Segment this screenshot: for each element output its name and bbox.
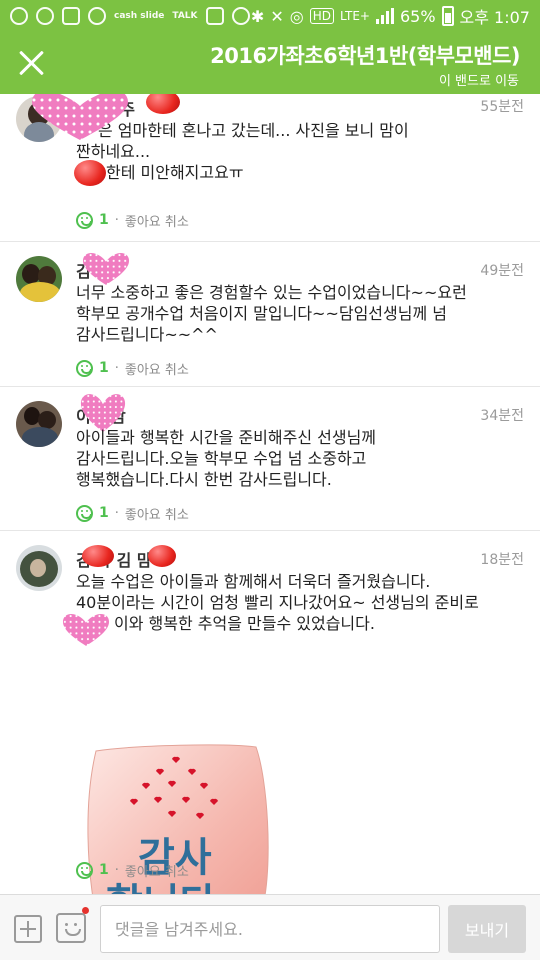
smile-icon[interactable]	[76, 504, 93, 522]
sync-icon	[88, 7, 106, 25]
notification-dot	[82, 907, 89, 914]
comment-list[interactable]: 맘 주 55분전 은 엄마한테 혼나고 갔는데... 사진을 보니 맘이 짠하네…	[0, 94, 540, 894]
comment-item: 김 맘 49분전 너무 소중하고 좋은 경험할수 있는 수업이었습니다~~요런 …	[0, 242, 540, 387]
plus-icon[interactable]	[14, 915, 42, 943]
battery-icon	[441, 6, 454, 26]
smile-icon[interactable]	[76, 861, 93, 879]
comment-text: 너무 소중하고 좋은 경험할수 있는 수업이었습니다~~요런 학부모 공개수업 …	[76, 283, 467, 344]
comment-text: 은 엄마한테 혼나고 갔는데... 사진을 보니 맘이 짠하네요... 한테 미…	[76, 121, 409, 182]
camera-icon	[205, 7, 224, 25]
sticker-text-line2: 합니다	[106, 881, 217, 894]
comment-actions: 1 · 좋아요 취소	[76, 860, 189, 880]
clock: 오후 1:07	[459, 8, 530, 27]
like-count: 1	[99, 505, 109, 521]
heart-sticker	[32, 94, 128, 140]
hd-label: HD	[309, 8, 334, 24]
comment-item: 맘 주 55분전 은 엄마한테 혼나고 갔는데... 사진을 보니 맘이 짠하네…	[0, 94, 540, 242]
smile-icon[interactable]	[76, 211, 93, 229]
like-count: 1	[99, 360, 109, 376]
band-title: 2016가좌초6학년1반(학부모밴드)	[210, 44, 520, 68]
comment-actions: 1 · 좋아요 취소	[76, 503, 189, 523]
avatar[interactable]	[16, 545, 62, 591]
comment-time: 49분전	[480, 263, 524, 279]
app-icon	[10, 7, 28, 25]
comment-actions: 1 · 좋아요 취소	[76, 210, 189, 230]
comment-compose-bar: 보내기	[0, 894, 540, 960]
comment-input[interactable]	[100, 905, 440, 953]
red-cover-sticker	[148, 545, 176, 567]
comment-text: 오늘 수업은 아이들과 함께해서 더욱더 즐거웠습니다. 40분이라는 시간이 …	[76, 572, 479, 633]
cashslide-icon: cash slide	[114, 10, 165, 21]
bluetooth-icon: ✱	[250, 6, 265, 26]
unlike-button[interactable]: 좋아요 취소	[125, 504, 189, 523]
network-label: LTE+	[339, 9, 370, 23]
close-icon[interactable]	[14, 46, 48, 80]
avatar[interactable]	[16, 256, 62, 302]
comment-time: 34분전	[480, 408, 524, 424]
red-cover-sticker	[74, 160, 106, 186]
comment-time: 55분전	[480, 99, 524, 115]
battery-percent: 65%	[399, 6, 436, 26]
app-icon-2	[36, 7, 54, 25]
unlike-button[interactable]: 좋아요 취소	[125, 211, 189, 230]
like-count: 1	[99, 862, 109, 878]
comment-time: 18분전	[480, 552, 524, 568]
location-icon: ◎	[289, 6, 304, 26]
emoji-icon[interactable]	[56, 913, 86, 943]
band-header: 2016가좌초6학년1반(학부모밴드) 이 밴드로 이동	[0, 32, 540, 94]
red-cover-sticker	[146, 94, 180, 114]
red-cover-sticker	[82, 545, 114, 567]
gallery-icon	[62, 7, 80, 25]
heart-sticker	[82, 253, 130, 285]
flower-icon	[231, 7, 250, 25]
comment-actions: 1 · 좋아요 취소	[76, 358, 189, 378]
talk-icon: TALK	[172, 10, 198, 21]
comment-item: 이 진맘 34분전 아이들과 행복한 시간을 준비해주신 선생님께 감사드립니다…	[0, 387, 540, 531]
move-to-band-link[interactable]: 이 밴드로 이동	[439, 70, 519, 89]
status-bar: cash slide TALK ✱ ✕ ◎ HD LTE+ 65% 오후 1:0…	[0, 0, 540, 32]
send-button[interactable]: 보내기	[448, 905, 526, 953]
unlike-button[interactable]: 좋아요 취소	[125, 359, 189, 378]
smile-icon[interactable]	[76, 359, 93, 377]
like-count: 1	[99, 212, 109, 228]
mute-icon: ✕	[270, 6, 284, 26]
comment-text: 아이들과 행복한 시간을 준비해주신 선생님께 감사드립니다.오늘 학부모 수업…	[76, 428, 377, 489]
avatar[interactable]	[16, 401, 62, 447]
signal-icon	[375, 8, 394, 24]
comment-item: 김 아 김 맘 18분전 오늘 수업은 아이들과 함께해서 더욱더 즐거웠습니다…	[0, 531, 540, 894]
unlike-button[interactable]: 좋아요 취소	[125, 861, 189, 880]
heart-sticker	[62, 614, 110, 646]
